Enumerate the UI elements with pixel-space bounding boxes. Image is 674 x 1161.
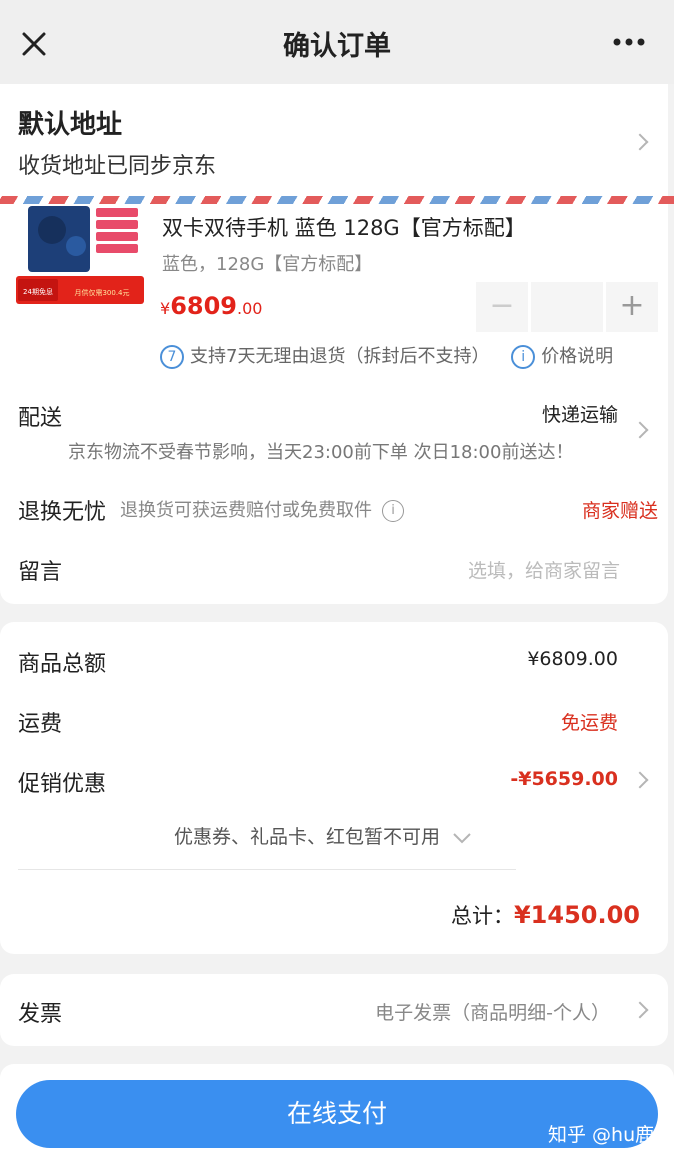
thumb-badge-bottom: 月供仅需300.4元: [74, 288, 129, 297]
return-policy: 支持7天无理由退货（拆封后不支持）: [190, 346, 490, 367]
delivery-method[interactable]: 快递运输: [542, 400, 618, 427]
address-subtitle: 收货地址已同步京东: [18, 154, 217, 179]
message-label: 留言: [18, 560, 63, 585]
returns-desc: 退换货可获运费赔付或免费取件 i: [120, 496, 404, 522]
promo-value[interactable]: -¥5659.00: [510, 768, 618, 790]
product-thumbnail[interactable]: 24期免息 月供仅需300.4元: [16, 206, 144, 306]
page-title: 确认订单: [283, 31, 391, 62]
subtotal-value: ¥6809.00: [527, 648, 618, 670]
promo-label: 促销优惠: [18, 772, 107, 797]
divider: [18, 869, 516, 870]
address-title: 默认地址: [18, 110, 123, 140]
watermark: 知乎 @hu鹿: [548, 1124, 655, 1146]
returns-desc-text: 退换货可获运费赔付或免费取件: [120, 500, 372, 521]
return-days-icon: 7: [160, 345, 184, 369]
fee-summary-card: 商品总额 ¥6809.00 运费 免运费 促销优惠 -¥5659.00 优惠券、…: [0, 622, 668, 954]
chevron-down-icon: [453, 832, 471, 843]
delivery-label: 配送: [18, 406, 63, 431]
total-label: 总计：: [450, 904, 514, 928]
decrease-button[interactable]: −: [476, 282, 528, 332]
chevron-right-icon[interactable]: [631, 771, 649, 789]
delivery-note: 京东物流不受春节影响，当天23:00前下单 次日18:00前送达！: [68, 442, 574, 463]
info-icon: i: [511, 345, 536, 369]
price-currency: ¥: [160, 299, 171, 318]
price-info-link[interactable]: 价格说明: [541, 346, 613, 367]
invoice-label: 发票: [18, 1002, 63, 1027]
envelope-stripe: [0, 196, 674, 204]
total-row: 总计：¥1450.00: [451, 900, 640, 930]
total-value: ¥1450.00: [513, 901, 640, 929]
product-title[interactable]: 双卡双待手机 蓝色 128G【官方标配】: [162, 212, 526, 242]
price-integer: 6809: [170, 292, 237, 320]
product-card: 24期免息 月供仅需300.4元 双卡双待手机 蓝色 128G【官方标配】 蓝色…: [0, 204, 668, 604]
subtotal-label: 商品总额: [18, 652, 107, 677]
product-spec: 蓝色，128G【官方标配】: [162, 254, 373, 275]
chevron-right-icon: [631, 1001, 649, 1019]
coupon-note-text: 优惠券、礼品卡、红包暂不可用: [174, 826, 441, 848]
shipping-value: 免运费: [560, 712, 618, 734]
message-input[interactable]: 选填，给商家留言: [468, 556, 620, 583]
returns-label: 退换无忧: [18, 500, 107, 525]
chevron-right-icon[interactable]: [631, 421, 649, 439]
invoice-card[interactable]: 发票 电子发票（商品明细-个人）: [0, 974, 668, 1046]
shipping-label: 运费: [18, 712, 63, 737]
info-icon[interactable]: i: [382, 500, 404, 522]
quantity-stepper: − +: [476, 282, 658, 332]
nav-bar: 确认订单: [0, 0, 674, 84]
coupon-note[interactable]: 优惠券、礼品卡、红包暂不可用: [174, 822, 472, 849]
thumb-badge-top: 24期免息: [23, 287, 53, 296]
quantity-field[interactable]: [531, 282, 603, 332]
increase-button[interactable]: +: [606, 282, 658, 332]
product-price: ¥6809.00: [160, 292, 262, 320]
chevron-right-icon: [631, 133, 649, 151]
address-card[interactable]: 默认地址 收货地址已同步京东: [0, 84, 668, 206]
invoice-value: 电子发票（商品明细-个人）: [375, 1002, 610, 1024]
returns-value: 商家赠送: [581, 500, 658, 522]
policy-row: 7 支持7天无理由退货（拆封后不支持） i 价格说明: [160, 342, 613, 370]
price-decimal: .00: [236, 299, 263, 318]
more-icon[interactable]: [612, 36, 646, 48]
